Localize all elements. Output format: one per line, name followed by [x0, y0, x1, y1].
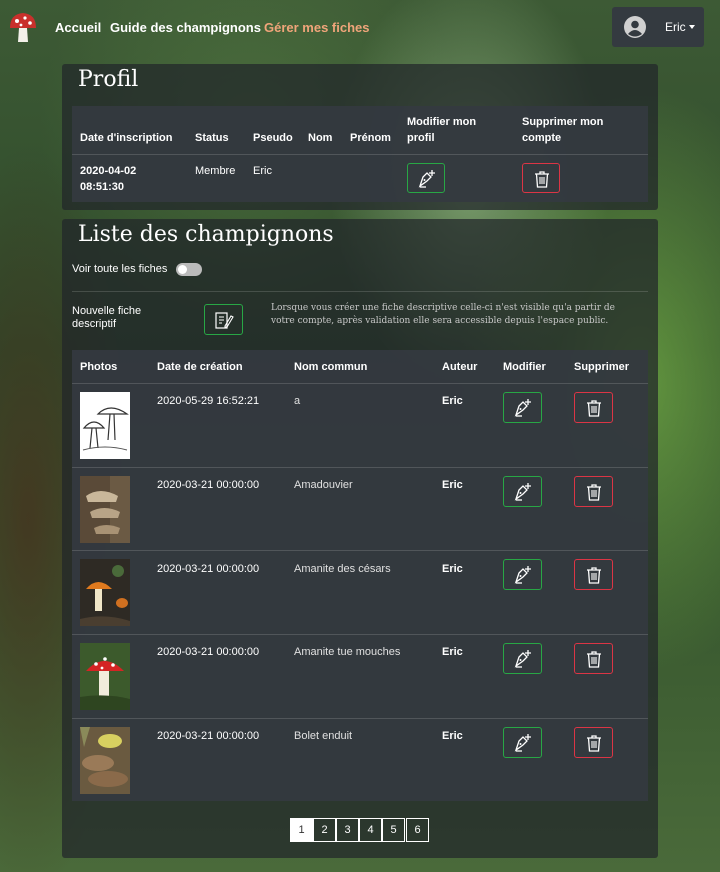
row-date: 2020-03-21 00:00:00 — [157, 563, 260, 575]
trash-icon — [587, 567, 601, 584]
th-date-inscription: Date d'inscription — [80, 132, 173, 144]
row-name: Bolet enduit — [294, 730, 353, 742]
th-status: Status — [195, 132, 229, 144]
th-auteur: Auteur — [442, 361, 478, 373]
nav-guide[interactable]: Guide des champignons — [110, 20, 261, 35]
user-avatar-icon — [624, 16, 646, 38]
mushroom-photo[interactable] — [80, 727, 130, 794]
edit-row-button[interactable] — [503, 643, 542, 674]
divider — [72, 634, 648, 635]
th-nom: Nom — [308, 132, 333, 144]
th-date-creation: Date de création — [157, 361, 243, 373]
user-menu-button[interactable]: Eric — [612, 7, 704, 47]
delete-row-button[interactable] — [574, 727, 613, 758]
trash-icon — [587, 735, 601, 752]
divider — [72, 383, 648, 384]
mushroom-photo[interactable] — [80, 392, 130, 459]
mushroom-photo[interactable] — [80, 476, 130, 543]
page-3[interactable]: 3 — [336, 818, 359, 842]
th-photos: Photos — [80, 361, 118, 373]
page-6[interactable]: 6 — [406, 818, 429, 842]
nav-gerer-fiches[interactable]: Gérer mes fiches — [264, 20, 370, 35]
edit-row-button[interactable] — [503, 727, 542, 758]
info-text: Lorsque vous créer une fiche descriptive… — [271, 303, 615, 326]
row-author: Eric — [442, 479, 463, 491]
profile-pseudo: Eric — [253, 165, 272, 177]
trash-icon — [587, 400, 601, 417]
th-supprimer: Supprimer — [574, 361, 630, 373]
notepad-edit-icon — [215, 312, 234, 329]
delete-row-button[interactable] — [574, 643, 613, 674]
row-name: a — [294, 395, 301, 407]
th-nom-commun: Nom commun — [294, 361, 368, 373]
see-all-toggle[interactable] — [176, 263, 202, 276]
pen-plus-icon — [514, 399, 531, 417]
mushroom-photo[interactable] — [80, 643, 130, 710]
nav-accueil[interactable]: Accueil — [55, 20, 101, 35]
th-supprimer-compte: Supprimer mon compte — [522, 116, 604, 144]
pen-plus-icon — [514, 650, 531, 668]
row-name: Amanite tue mouches — [294, 646, 401, 658]
th-modifier: Modifier — [503, 361, 546, 373]
toggle-label: Voir toute les fiches — [72, 263, 168, 275]
page-1[interactable]: 1 — [290, 818, 313, 842]
profile-date-line1: 2020-04-02 — [80, 165, 137, 177]
row-date: 2020-03-21 00:00:00 — [157, 479, 260, 491]
trash-icon — [587, 651, 601, 668]
page-4[interactable]: 4 — [359, 818, 382, 842]
new-sheet-button[interactable] — [204, 304, 243, 335]
pen-plus-icon — [418, 170, 435, 188]
divider — [72, 291, 648, 292]
row-date: 2020-03-21 00:00:00 — [157, 646, 260, 658]
pen-plus-icon — [514, 566, 531, 584]
page-2[interactable]: 2 — [313, 818, 336, 842]
pen-plus-icon — [514, 483, 531, 501]
row-author: Eric — [442, 646, 463, 658]
edit-row-button[interactable] — [503, 392, 542, 423]
mushroom-logo-icon[interactable] — [8, 10, 38, 44]
profile-panel: Profil Date d'inscription Status Pseudo … — [62, 64, 658, 210]
divider — [72, 718, 648, 719]
th-prenom: Prénom — [350, 132, 391, 144]
row-date: 2020-03-21 00:00:00 — [157, 730, 260, 742]
row-name: Amanite des césars — [294, 563, 391, 575]
divider — [72, 154, 648, 155]
new-sheet-label: Nouvelle fiche descriptif — [72, 305, 142, 330]
profile-date-line2: 08:51:30 — [80, 181, 125, 193]
edit-profile-button[interactable] — [407, 163, 445, 193]
edit-row-button[interactable] — [503, 476, 542, 507]
delete-row-button[interactable] — [574, 392, 613, 423]
user-name: Eric — [665, 20, 686, 34]
navbar: Accueil Guide des champignons Gérer mes … — [0, 0, 720, 56]
profile-status: Membre — [195, 165, 236, 177]
trash-icon — [587, 484, 601, 501]
trash-icon — [535, 171, 549, 188]
profile-title: Profil — [78, 67, 139, 92]
profile-table: Date d'inscription Status Pseudo Nom Pré… — [72, 106, 648, 202]
page-5[interactable]: 5 — [382, 818, 405, 842]
row-author: Eric — [442, 395, 463, 407]
row-date: 2020-05-29 16:52:21 — [157, 395, 260, 407]
divider — [72, 467, 648, 468]
delete-row-button[interactable] — [574, 559, 613, 590]
delete-account-button[interactable] — [522, 163, 560, 193]
edit-row-button[interactable] — [503, 559, 542, 590]
delete-row-button[interactable] — [574, 476, 613, 507]
mushroom-photo[interactable] — [80, 559, 130, 626]
pen-plus-icon — [514, 734, 531, 752]
th-modifier-profil: Modifier mon profil — [407, 116, 477, 144]
divider — [72, 550, 648, 551]
list-title: Liste des champignons — [78, 222, 334, 247]
th-pseudo: Pseudo — [253, 132, 293, 144]
row-author: Eric — [442, 563, 463, 575]
row-author: Eric — [442, 730, 463, 742]
chevron-down-icon — [689, 25, 695, 29]
row-name: Amadouvier — [294, 479, 353, 491]
